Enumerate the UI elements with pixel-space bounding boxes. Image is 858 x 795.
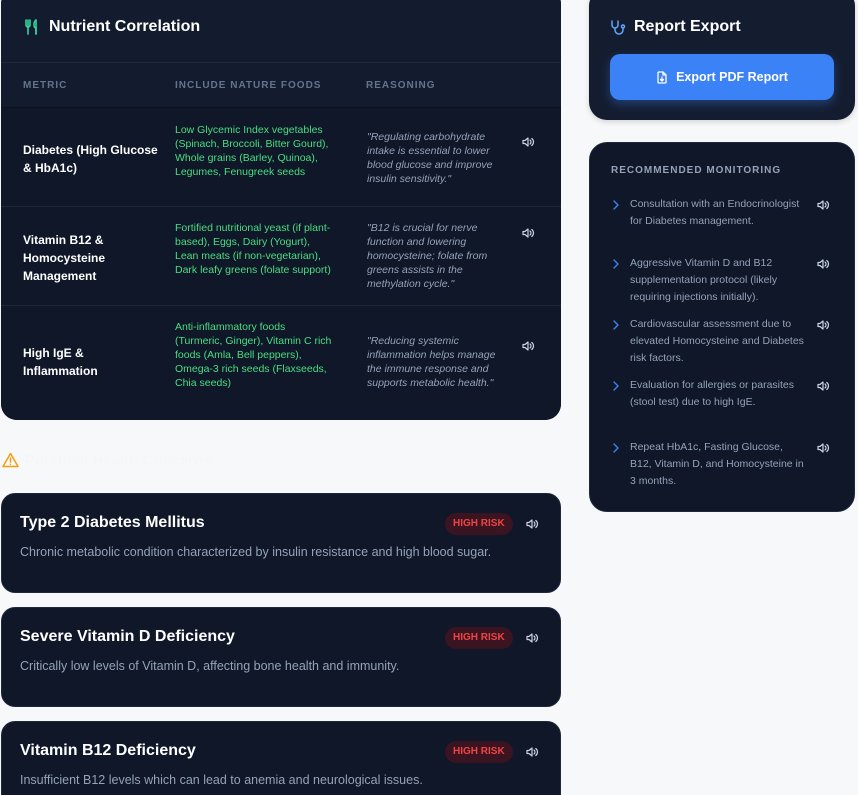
condition-name: Vitamin B12 Deficiency: [20, 742, 196, 759]
condition-card: Vitamin B12 Deficiency HIGH RISK Insuffi…: [1, 721, 561, 795]
nutrient-header: Nutrient Correlation: [1, 0, 561, 63]
export-button-label: Export PDF Report: [676, 70, 788, 84]
header-foods: INCLUDE NATURE FOODS: [175, 79, 322, 91]
concerns-title: Potential Health Concerns: [25, 451, 212, 469]
monitoring-text: Aggressive Vitamin D and B12 supplementa…: [630, 257, 778, 303]
condition-description: Chronic metabolic condition characterize…: [20, 545, 492, 559]
row-metric: Vitamin B12 & Homocysteine Management: [23, 233, 106, 283]
report-export-card: Report Export Export PDF Report: [589, 0, 855, 120]
condition-description: Insufficient B12 levels which can lead t…: [20, 773, 423, 787]
concerns-heading: Potential Health Concerns: [2, 450, 212, 470]
nutrient-title: Nutrient Correlation: [49, 18, 201, 35]
row-reasoning: "Regulating carbohydrate intake is essen…: [367, 131, 493, 185]
speaker-icon[interactable]: [521, 339, 535, 353]
row-foods: Anti-inflammatory foods (Turmeric, Ginge…: [175, 321, 332, 389]
speaker-icon[interactable]: [816, 379, 830, 393]
row-reasoning: "Reducing systemic inflammation helps ma…: [367, 335, 496, 389]
export-header: Report Export: [609, 18, 741, 36]
row-foods: Low Glycemic Index vegetables (Spinach, …: [175, 124, 329, 178]
row-metric: High IgE & Inflammation: [23, 346, 98, 378]
speaker-icon[interactable]: [521, 135, 535, 149]
monitoring-text: Repeat HbA1c, Fasting Glucose, B12, Vita…: [630, 441, 804, 487]
speaker-icon[interactable]: [816, 318, 830, 332]
stethoscope-icon: [609, 19, 626, 36]
monitoring-text: Cardiovascular assessment due to elevate…: [630, 318, 804, 364]
condition-name: Type 2 Diabetes Mellitus: [20, 514, 205, 531]
chevron-right-icon: [611, 319, 621, 331]
table-row: Diabetes (High Glucose & HbA1c) Low Glyc…: [1, 108, 561, 207]
chevron-right-icon: [611, 199, 621, 211]
export-pdf-button[interactable]: Export PDF Report: [610, 54, 834, 100]
row-foods: Fortified nutritional yeast (if plant-ba…: [175, 222, 331, 276]
table-header-row: METRIC INCLUDE NATURE FOODS REASONING: [1, 63, 561, 108]
risk-badge: HIGH RISK: [445, 741, 513, 763]
utensils-icon: [23, 18, 41, 36]
monitoring-title: RECOMMENDED MONITORING: [611, 165, 782, 176]
row-reasoning: "B12 is crucial for nerve function and l…: [367, 222, 488, 290]
table-row: Vitamin B12 & Homocysteine Management Fo…: [1, 207, 561, 306]
warning-icon: [2, 452, 19, 468]
recommended-monitoring-card: RECOMMENDED MONITORING Consultation with…: [589, 142, 855, 512]
condition-name: Severe Vitamin D Deficiency: [20, 628, 235, 645]
condition-card: Type 2 Diabetes Mellitus HIGH RISK Chron…: [1, 493, 561, 593]
row-metric: Diabetes (High Glucose & HbA1c): [23, 143, 158, 175]
header-metric: METRIC: [23, 79, 68, 91]
risk-badge: HIGH RISK: [445, 513, 513, 535]
speaker-icon[interactable]: [521, 226, 535, 240]
speaker-icon[interactable]: [816, 198, 830, 212]
speaker-icon[interactable]: [525, 631, 539, 645]
risk-badge: HIGH RISK: [445, 627, 513, 649]
export-title: Report Export: [634, 18, 741, 35]
condition-card: Severe Vitamin D Deficiency HIGH RISK Cr…: [1, 607, 561, 707]
condition-description: Critically low levels of Vitamin D, affe…: [20, 659, 400, 673]
table-row: High IgE & Inflammation Anti-inflammator…: [1, 306, 561, 420]
speaker-icon[interactable]: [816, 441, 830, 455]
chevron-right-icon: [611, 380, 621, 392]
chevron-right-icon: [611, 442, 621, 454]
header-reasoning: REASONING: [366, 79, 436, 91]
speaker-icon[interactable]: [525, 745, 539, 759]
chevron-right-icon: [611, 258, 621, 270]
monitoring-text: Evaluation for allergies or parasites (s…: [630, 379, 795, 408]
nutrient-correlation-card: Nutrient Correlation METRIC INCLUDE NATU…: [1, 0, 561, 420]
speaker-icon[interactable]: [816, 257, 830, 271]
monitoring-text: Consultation with an Endocrinologist for…: [630, 198, 800, 227]
file-download-icon: [656, 70, 668, 84]
speaker-icon[interactable]: [525, 517, 539, 531]
